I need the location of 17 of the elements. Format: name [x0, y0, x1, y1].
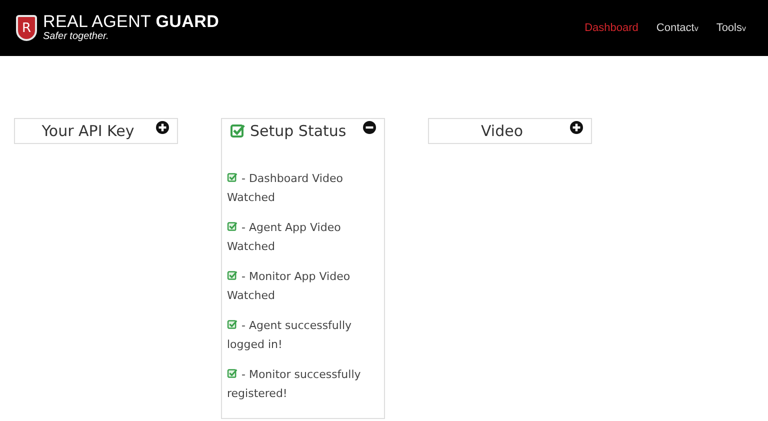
expand-icon[interactable] — [156, 121, 169, 134]
nav-link[interactable]: Contactv — [656, 22, 698, 34]
status-item: - Agent successfully logged in! — [227, 319, 352, 351]
status-item: - Agent App Video Watched — [227, 221, 341, 253]
nav-link[interactable]: Toolsv — [716, 22, 746, 34]
status-item: - Monitor successfully registered! — [227, 368, 361, 400]
panel-title: Your API Key — [42, 122, 134, 140]
status-item: - Monitor App Video Watched — [227, 270, 350, 302]
nav-link[interactable]: Dashboard — [584, 22, 638, 34]
status-item: - Dashboard Video Watched — [227, 172, 343, 204]
collapse-icon[interactable] — [363, 121, 376, 134]
expand-icon[interactable] — [570, 121, 583, 134]
panel-title: Video — [480, 122, 524, 140]
panel-title: Setup Status — [250, 122, 346, 140]
tagline: Safer together. — [43, 31, 110, 43]
shield-logo-icon: R — [16, 15, 37, 41]
brand-name: REAL AGENT GUARD — [43, 13, 220, 31]
